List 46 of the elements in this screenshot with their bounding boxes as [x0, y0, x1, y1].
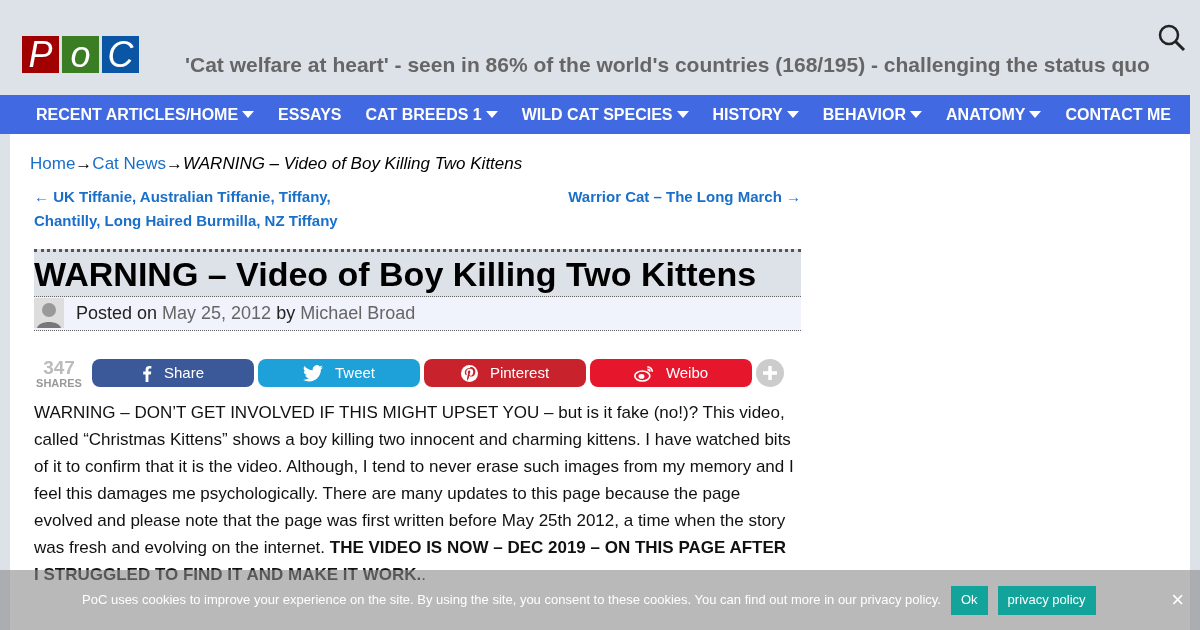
article-body-text: WARNING – DON’T GET INVOLVED IF THIS MIGHT UPSET YOU – but is it fake (no!)? This video, called “Christmas Kittens” shows a boy killing two innocent and charming kittens. I have watched bits of it to confirm that it is the video. Although, I tend to never erase such images from my memory and I feel this damages me psychologically. There are many updates to this page because the page evolved and please note that the page was first written before May 25th 2012, a time when the story was fresh and evolving on the internet. THE VIDEO IS NOW – DEC 2019 – ON THIS PAGE AFTER I STRUGGLED TO FIND IT AND MAKE IT WORK..	[34, 401, 794, 586]
article-title: WARNING – Video of Boy Killing Two Kittens	[34, 248, 801, 297]
shares-label: SHARES	[36, 376, 82, 389]
breadcrumb-link[interactable]: Cat News	[92, 151, 167, 177]
cookie-notice-text: PoC uses cookies to improve your experience on the site. By using the site, you consent to these cookies. You can find out more in our privacy policy.	[82, 591, 941, 610]
author-avatar	[34, 298, 64, 328]
pinterest-icon	[460, 364, 478, 382]
facebook-icon	[142, 364, 152, 382]
next-post-link[interactable]: Warrior Cat – The Long March →	[568, 184, 801, 233]
nav-item[interactable]: ESSAYS	[278, 102, 342, 127]
breadcrumb-separator: →	[75, 153, 93, 175]
breadcrumb-link[interactable]: Home	[30, 151, 76, 177]
breadcrumb-separator: →	[166, 153, 184, 175]
share-button[interactable]: Tweet	[258, 359, 420, 387]
eye-logo-icon	[633, 364, 654, 382]
breadcrumb-current: WARNING – Video of Boy Killing Two Kittens	[183, 153, 523, 175]
site-logo[interactable]: P o C	[22, 36, 139, 73]
posted-on-label: Posted on	[76, 301, 158, 325]
caret-icon	[786, 111, 799, 118]
caret-icon	[1029, 111, 1042, 118]
share-button[interactable]: Share	[92, 359, 254, 387]
nav-item[interactable]: ANATOMY	[946, 102, 1042, 127]
author-link[interactable]: Michael Broad	[300, 299, 416, 327]
post-date-link[interactable]: May 25, 2012	[162, 299, 272, 327]
logo-letter: o	[62, 36, 99, 73]
bird-icon	[303, 364, 323, 382]
by-label: by	[276, 301, 296, 325]
share-count: 347	[43, 357, 75, 377]
logo-letter: P	[22, 36, 59, 73]
nav-item[interactable]: BEHAVIOR	[822, 102, 923, 127]
share-button[interactable]: Pinterest	[424, 359, 586, 387]
nav-item[interactable]: HISTORY	[712, 102, 799, 127]
site-tagline: 'Cat welfare at heart' - seen in 86% of the world's countries (168/195) - challenging the status quo	[185, 52, 1150, 78]
search-icon[interactable]	[1158, 24, 1186, 52]
nav-item[interactable]: RECENT ARTICLES/HOME	[36, 102, 255, 127]
caret-icon	[242, 111, 255, 118]
caret-icon	[676, 111, 689, 118]
cookie-button[interactable]: privacy policy	[997, 585, 1096, 615]
nav-item[interactable]: CAT BREEDS 1	[365, 102, 498, 127]
nav-item[interactable]: WILD CAT SPECIES	[521, 102, 689, 127]
logo-letter: C	[102, 36, 139, 73]
caret-icon	[485, 111, 498, 118]
previous-post-link[interactable]: ← UK Tiffanie, Australian Tiffanie, Tiffany, Chantilly, Long Haired Burmilla, NZ Tiffany	[34, 184, 374, 233]
nav-item[interactable]: CONTACT ME	[1065, 102, 1171, 127]
share-button[interactable]: Weibo	[590, 359, 752, 387]
caret-icon	[910, 111, 923, 118]
